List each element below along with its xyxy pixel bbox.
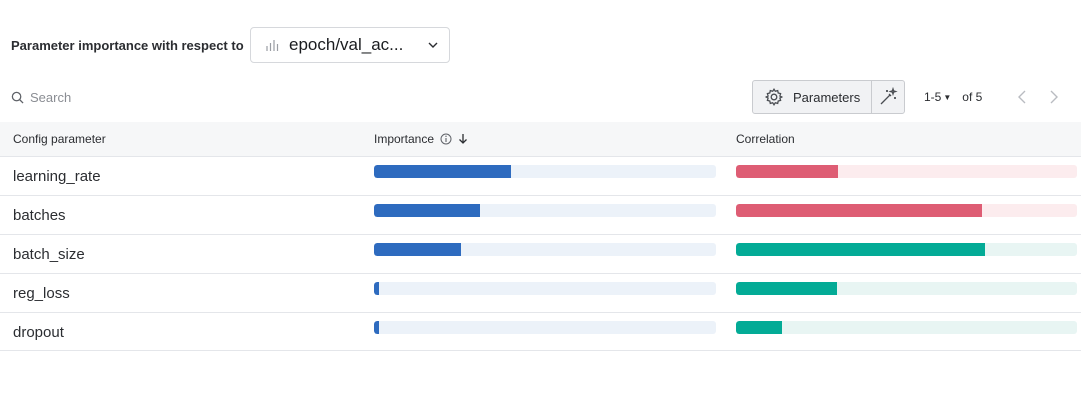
caret-down-icon: ▼ (943, 92, 952, 102)
correlation-bar (736, 204, 1077, 217)
param-name: batches (13, 207, 66, 224)
importance-bar (374, 204, 716, 217)
parameters-label: Parameters (793, 89, 861, 105)
magic-wand-icon (880, 87, 898, 105)
importance-bar-fill (374, 165, 511, 178)
param-name: dropout (13, 324, 64, 341)
page-total: of 5 (962, 90, 983, 104)
importance-label: Parameter importance with respect to (11, 37, 244, 53)
previous-page-button[interactable] (1013, 88, 1031, 106)
importance-bar-fill (374, 204, 481, 217)
correlation-bar (736, 165, 1077, 178)
table-row[interactable]: reg_loss (0, 273, 1081, 312)
table-row[interactable]: batches (0, 195, 1081, 234)
param-name: reg_loss (13, 285, 70, 302)
magic-wand-button[interactable] (872, 81, 904, 113)
bar-chart-icon (266, 40, 279, 51)
chevron-right-icon (1050, 90, 1058, 104)
importance-bar (374, 243, 716, 256)
importance-bar (374, 165, 716, 178)
param-name: learning_rate (13, 168, 101, 185)
column-header-importance[interactable]: Importance (374, 132, 468, 146)
info-icon[interactable] (440, 133, 452, 145)
table-row[interactable]: learning_rate (0, 156, 1081, 195)
importance-bar (374, 321, 716, 334)
parameters-button-group: Parameters (752, 80, 905, 114)
column-header-correlation[interactable]: Correlation (736, 132, 795, 146)
correlation-bar-fill (736, 243, 985, 256)
importance-bar-fill (374, 282, 380, 295)
chevron-down-icon (428, 42, 438, 48)
param-name: batch_size (13, 246, 85, 263)
search-bar (11, 86, 311, 108)
table-row[interactable]: dropout (0, 312, 1081, 351)
chevron-left-icon (1018, 90, 1026, 104)
correlation-bar (736, 282, 1077, 295)
metric-select[interactable]: epoch/val_ac... (250, 27, 450, 63)
parameter-importance-table: Config parameter Importance Correlation … (0, 122, 1081, 351)
gear-icon (764, 87, 784, 107)
metric-value: epoch/val_ac... (289, 35, 404, 54)
table-body: learning_ratebatches batch_size reg_lossdr… (0, 156, 1081, 351)
correlation-bar (736, 243, 1077, 256)
page-range-select[interactable]: 1-5 ▼ (924, 90, 951, 104)
importance-bar-fill (374, 321, 380, 334)
search-icon (11, 91, 24, 104)
correlation-bar (736, 321, 1077, 334)
correlation-bar-fill (736, 204, 982, 217)
page-range: 1-5 (924, 90, 942, 104)
importance-bar (374, 282, 716, 295)
correlation-bar-fill (736, 282, 837, 295)
table-header: Config parameter Importance Correlation (0, 122, 1081, 156)
correlation-bar-fill (736, 321, 783, 334)
column-header-config-parameter[interactable]: Config parameter (13, 132, 106, 146)
importance-bar-fill (374, 243, 462, 256)
pagination: 1-5 ▼ of 5 (924, 88, 982, 106)
table-row[interactable]: batch_size (0, 234, 1081, 273)
parameters-button[interactable]: Parameters (753, 81, 872, 113)
search-input[interactable] (30, 89, 290, 105)
importance-header: Parameter importance with respect to (11, 27, 244, 63)
next-page-button[interactable] (1045, 88, 1063, 106)
correlation-bar-fill (736, 165, 839, 178)
sort-descending-icon[interactable] (458, 133, 468, 145)
